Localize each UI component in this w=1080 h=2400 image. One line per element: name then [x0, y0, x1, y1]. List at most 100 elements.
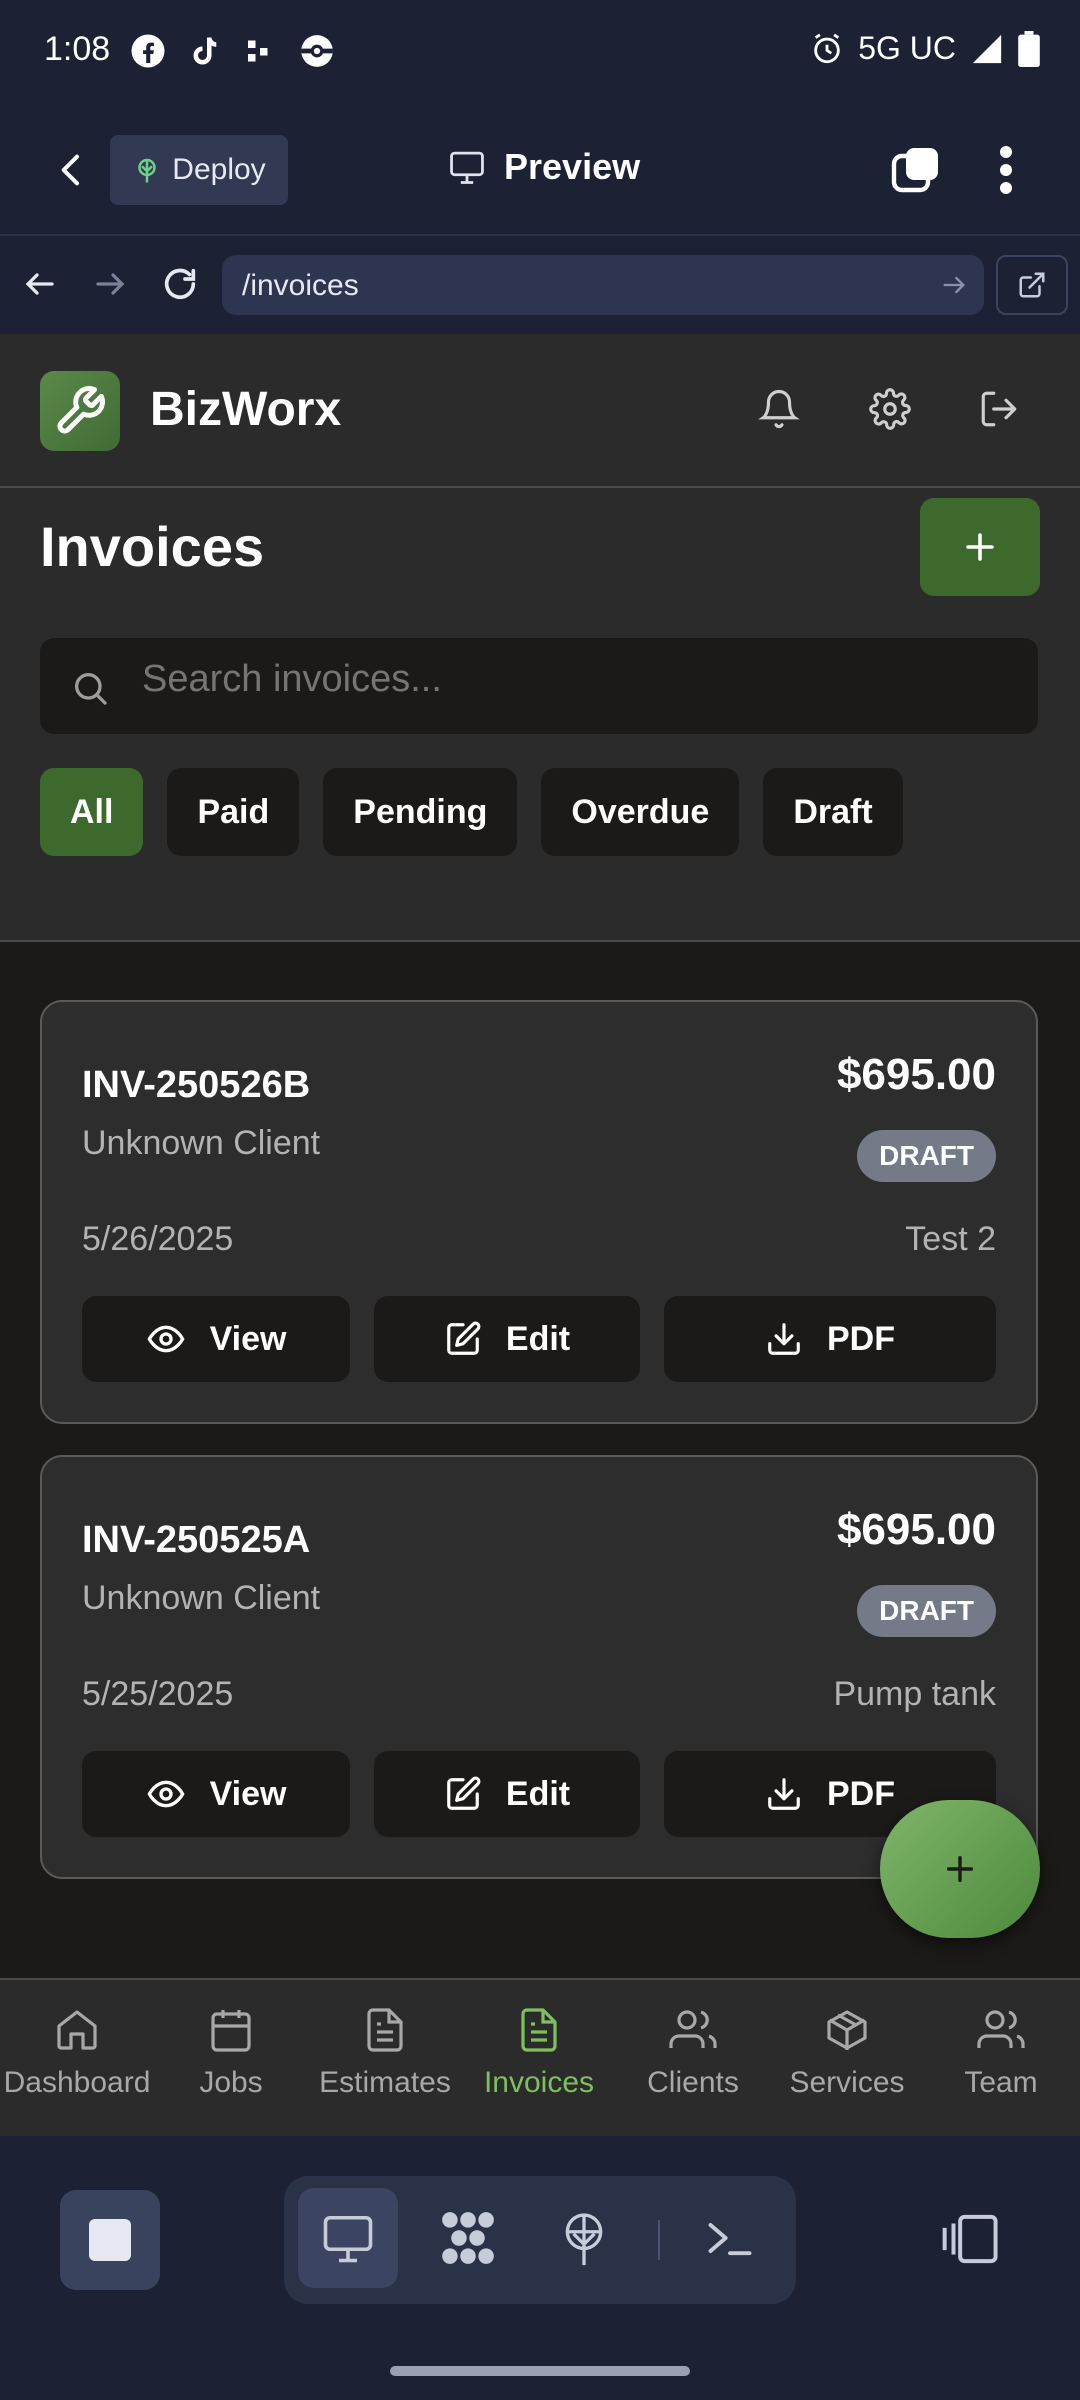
nav-item-estimates[interactable]: Estimates: [308, 1980, 462, 2136]
nav-label: Invoices: [483, 2066, 595, 2099]
notification-icons: [130, 32, 336, 70]
edit-button[interactable]: Edit: [374, 1751, 640, 1837]
monitor-icon: [450, 151, 484, 184]
facebook-icon: [131, 34, 165, 68]
back-arrow-icon[interactable]: [52, 148, 92, 192]
filter-overdue[interactable]: Overdue: [541, 768, 740, 856]
nav-label: Estimates: [319, 2066, 451, 2099]
nav-item-dashboard[interactable]: Dashboard: [0, 1980, 154, 2136]
nav-label: Team: [964, 2066, 1038, 2099]
reload-icon[interactable]: [160, 264, 200, 304]
filter-paid[interactable]: Paid: [167, 768, 300, 856]
deploy-tool-button[interactable]: [534, 2188, 634, 2288]
search-icon: [75, 673, 107, 705]
open-external-button[interactable]: [996, 255, 1068, 315]
open-external-icon: [1019, 272, 1045, 298]
battery-icon: [1018, 30, 1040, 67]
invoice-card[interactable]: INV-250526B Unknown Client $695.00 DRAFT…: [40, 1000, 1038, 1424]
agent-tool-button[interactable]: [418, 2188, 518, 2288]
nav-item-services[interactable]: Services: [770, 1980, 924, 2136]
preview-tab[interactable]: Preview: [448, 146, 640, 188]
view-button[interactable]: View: [82, 1751, 350, 1837]
deploy-button[interactable]: Deploy: [110, 135, 288, 205]
tabs-icon[interactable]: [890, 144, 942, 196]
calendar-icon: [211, 2010, 251, 2052]
dots-app-icon: [248, 40, 268, 62]
pdf-label: PDF: [827, 1774, 895, 1813]
agent-icon: [442, 2212, 494, 2264]
view-label: View: [209, 1774, 287, 1813]
edit-button[interactable]: Edit: [374, 1296, 640, 1382]
plus-icon: [946, 1855, 974, 1883]
eye-icon: [147, 1780, 185, 1808]
team-icon: [977, 2010, 1025, 2048]
bell-icon[interactable]: [758, 388, 800, 430]
nav-label: Services: [789, 2066, 905, 2099]
page-title: Invoices: [40, 515, 265, 578]
logout-icon[interactable]: [978, 388, 1020, 430]
browser-url-bar: /invoices: [0, 236, 1080, 334]
brand-logo[interactable]: [40, 371, 120, 451]
filter-draft[interactable]: Draft: [763, 768, 903, 856]
nav-item-team[interactable]: Team: [924, 1980, 1078, 2136]
preview-tool-button[interactable]: [298, 2188, 398, 2288]
invoice-amount: $695.00: [836, 1050, 996, 1099]
monitor-icon: [323, 2215, 373, 2263]
invoice-client: Unknown Client: [82, 1579, 321, 1617]
deploy-icon: [565, 2213, 603, 2266]
status-right: 5G UC: [810, 30, 1040, 67]
stop-button[interactable]: [60, 2190, 160, 2290]
home-indicator[interactable]: [390, 2366, 690, 2376]
split-view-icon[interactable]: [938, 2212, 1000, 2266]
alarm-icon: [814, 33, 840, 63]
network-label: 5G UC: [858, 30, 956, 66]
invoice-note: Pump tank: [833, 1675, 996, 1713]
status-badge: DRAFT: [857, 1585, 996, 1637]
download-icon: [768, 1323, 800, 1355]
url-text: /invoices: [242, 269, 359, 302]
invoice-date: 5/25/2025: [82, 1675, 234, 1713]
search-box[interactable]: [40, 638, 1038, 734]
go-arrow-icon[interactable]: [940, 271, 968, 299]
view-button[interactable]: View: [82, 1296, 350, 1382]
gear-icon[interactable]: [869, 388, 911, 430]
view-label: View: [209, 1319, 287, 1358]
filter-all[interactable]: All: [40, 768, 144, 856]
search-input[interactable]: [142, 658, 1002, 701]
preview-label: Preview: [504, 146, 641, 187]
users-icon: [669, 2010, 717, 2048]
nav-item-invoices[interactable]: Invoices: [462, 1980, 616, 2136]
nav-label: Dashboard: [3, 2066, 151, 2099]
invoice-amount: $695.00: [836, 1505, 996, 1554]
brand-name: BizWorx: [150, 383, 342, 436]
nav-item-clients[interactable]: Clients: [616, 1980, 770, 2136]
status-time: 1:08: [44, 30, 111, 68]
edit-icon: [447, 1776, 481, 1810]
wrench-icon: [57, 386, 105, 434]
status-bar: 1:08 5G UC: [0, 0, 1080, 108]
nav-label: Jobs: [199, 2066, 263, 2099]
app-header: BizWorx: [0, 334, 1080, 488]
browser-forward-icon[interactable]: [92, 266, 128, 302]
pokeball-icon: [301, 35, 333, 67]
filter-pending[interactable]: Pending: [323, 768, 518, 856]
add-invoice-button[interactable]: [920, 498, 1040, 596]
pdf-button[interactable]: PDF: [664, 1296, 996, 1382]
eye-icon: [147, 1325, 185, 1353]
shell-tool-button[interactable]: [680, 2188, 780, 2288]
nav-label: Clients: [647, 2066, 739, 2099]
invoice-client: Unknown Client: [82, 1124, 321, 1162]
invoice-number: INV-250525A: [82, 1519, 311, 1561]
floating-add-button[interactable]: [880, 1800, 1040, 1938]
more-options-icon[interactable]: [992, 144, 1020, 196]
invoices-toolbar: Invoices All Paid Pending Overdue Draft: [0, 488, 1080, 942]
url-field[interactable]: /invoices: [222, 255, 984, 315]
home-icon: [57, 2010, 97, 2050]
invoice-card[interactable]: INV-250525A Unknown Client $695.00 DRAFT…: [40, 1455, 1038, 1879]
nav-item-jobs[interactable]: Jobs: [154, 1980, 308, 2136]
edit-label: Edit: [505, 1319, 571, 1358]
tool-switcher: [284, 2176, 796, 2371]
package-icon: [827, 2010, 867, 2050]
web-content: BizWorx Invoices All Paid Pending Overdu…: [0, 334, 1080, 2136]
browser-back-icon[interactable]: [22, 266, 58, 302]
